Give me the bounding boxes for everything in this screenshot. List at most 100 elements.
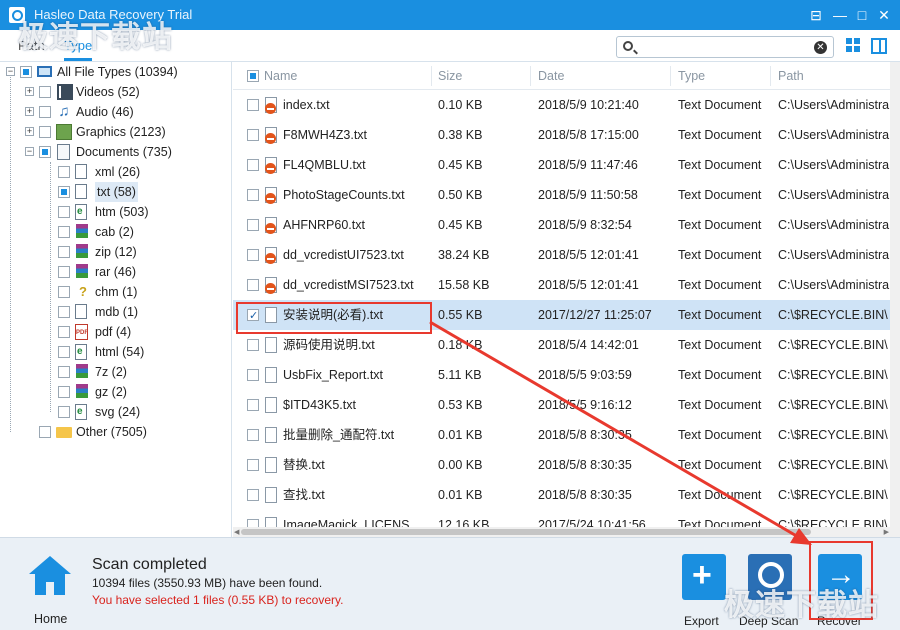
tree-item-videos[interactable]: + Videos (52)	[0, 82, 232, 102]
tree-item-all-file-types[interactable]: − All File Types (10394)	[0, 62, 232, 82]
tree-item-txt[interactable]: txt (58)	[0, 182, 232, 202]
tree-item-mdb[interactable]: mdb (1)	[0, 302, 232, 322]
collapse-icon[interactable]: −	[6, 67, 15, 76]
row-checkbox[interactable]	[247, 369, 259, 381]
table-row[interactable]: dd_vcredistUI7523.txt 38.24 KB 2018/5/5 12…	[233, 240, 890, 270]
expand-icon[interactable]: +	[25, 87, 34, 96]
tree-item-audio[interactable]: + ♫ Audio (46)	[0, 102, 232, 122]
search-input[interactable]	[639, 39, 807, 55]
row-checkbox[interactable]	[247, 399, 259, 411]
file-name: PhotoStageCounts.txt	[283, 188, 405, 202]
file-type: Text Document	[678, 428, 762, 442]
checkbox[interactable]	[58, 166, 70, 178]
file-date: 2017/12/27 11:25:07	[538, 308, 652, 322]
table-row[interactable]: F8MWH4Z3.txt 0.38 KB 2018/5/8 17:15:00 Text…	[233, 120, 890, 150]
minimize-button[interactable]: —	[830, 5, 850, 25]
tree-item-svg[interactable]: svg (24)	[0, 402, 232, 422]
checkbox[interactable]	[58, 326, 70, 338]
scrollbar-thumb[interactable]	[241, 529, 811, 535]
column-header-size[interactable]: Size	[438, 62, 462, 90]
tree-item-documents[interactable]: − Documents (735)	[0, 142, 232, 162]
checkbox[interactable]	[58, 206, 70, 218]
scroll-left-icon[interactable]: ◀	[234, 528, 239, 536]
expand-icon[interactable]: +	[25, 107, 34, 116]
preview-panel-icon[interactable]	[871, 38, 887, 54]
collapse-icon[interactable]: −	[25, 147, 34, 156]
tree-item-rar[interactable]: rar (46)	[0, 262, 232, 282]
table-row[interactable]: AHFNRP60.txt 0.45 KB 2018/5/9 8:32:54 Text …	[233, 210, 890, 240]
table-row[interactable]: 替换.txt 0.00 KB 2018/5/8 8:30:35 Text Docume…	[233, 450, 890, 480]
checkbox[interactable]	[58, 366, 70, 378]
row-checkbox[interactable]	[247, 339, 259, 351]
table-row[interactable]: 源码使用说明.txt 0.18 KB 2018/5/4 14:42:01 Text D…	[233, 330, 890, 360]
home-button[interactable]: Home	[26, 550, 76, 626]
tree-item-zip[interactable]: zip (12)	[0, 242, 232, 262]
checkbox[interactable]	[58, 346, 70, 358]
scroll-right-icon[interactable]: ▶	[884, 528, 889, 536]
column-header-name[interactable]: Name	[264, 62, 297, 90]
checkbox[interactable]	[58, 386, 70, 398]
checkbox[interactable]	[39, 426, 51, 438]
row-checkbox[interactable]	[247, 429, 259, 441]
row-checkbox[interactable]	[247, 99, 259, 111]
close-button[interactable]: ✕	[874, 5, 894, 25]
file-size: 0.01 KB	[438, 488, 483, 502]
file-type: Text Document	[678, 248, 762, 262]
checkbox[interactable]	[58, 306, 70, 318]
table-row[interactable]: 查找.txt 0.01 KB 2018/5/8 8:30:35 Text Docume…	[233, 480, 890, 510]
file-type-tree: − All File Types (10394) + Videos (52) +…	[0, 62, 232, 537]
row-checkbox[interactable]	[247, 279, 259, 291]
tree-item-other[interactable]: Other (7505)	[0, 422, 232, 442]
checkbox[interactable]	[58, 266, 70, 278]
maximize-button[interactable]: □	[852, 5, 872, 25]
restore-panel-icon[interactable]: ⊟	[806, 5, 826, 25]
tree-item-gz[interactable]: gz (2)	[0, 382, 232, 402]
checkbox[interactable]	[58, 406, 70, 418]
checkbox[interactable]	[20, 66, 32, 78]
checkbox[interactable]	[58, 226, 70, 238]
export-button[interactable]: Export	[679, 552, 729, 628]
checkbox[interactable]	[58, 286, 70, 298]
row-checkbox[interactable]	[247, 219, 259, 231]
column-header-type[interactable]: Type	[678, 62, 705, 90]
table-row[interactable]: 批量删除_通配符.txt 0.01 KB 2018/5/8 8:30:35 Text …	[233, 420, 890, 450]
checkbox[interactable]	[39, 126, 51, 138]
tree-item-xml[interactable]: xml (26)	[0, 162, 232, 182]
row-checkbox[interactable]	[247, 159, 259, 171]
column-header-date[interactable]: Date	[538, 62, 564, 90]
checkbox[interactable]	[39, 146, 51, 158]
vertical-scrollbar[interactable]	[890, 62, 900, 537]
checkbox[interactable]	[39, 106, 51, 118]
grid-view-icon[interactable]	[846, 38, 862, 54]
column-header-path[interactable]: Path	[778, 62, 804, 90]
expand-icon[interactable]: +	[25, 127, 34, 136]
tree-item-7z[interactable]: 7z (2)	[0, 362, 232, 382]
row-checkbox[interactable]	[247, 459, 259, 471]
tree-item-pdf[interactable]: PDF pdf (4)	[0, 322, 232, 342]
checkbox[interactable]	[58, 246, 70, 258]
tree-item-graphics[interactable]: + Graphics (2123)	[0, 122, 232, 142]
row-checkbox[interactable]	[247, 249, 259, 261]
table-row[interactable]: PhotoStageCounts.txt 0.50 KB 2018/5/9 11:5…	[233, 180, 890, 210]
clear-search-icon[interactable]: ✕	[814, 41, 827, 54]
table-row[interactable]: FL4QMBLU.txt 0.45 KB 2018/5/9 11:47:46 Text…	[233, 150, 890, 180]
checkbox[interactable]	[58, 186, 70, 198]
table-row[interactable]: dd_vcredistMSI7523.txt 15.58 KB 2018/5/5 1…	[233, 270, 890, 300]
tree-item-label: xml (26)	[95, 165, 141, 179]
row-checkbox[interactable]	[247, 129, 259, 141]
table-row[interactable]: $ITD43K5.txt 0.53 KB 2018/5/5 9:16:12 Text …	[233, 390, 890, 420]
tree-item-chm[interactable]: ? chm (1)	[0, 282, 232, 302]
table-row[interactable]: index.txt 0.10 KB 2018/5/9 10:21:40 Text Do…	[233, 90, 890, 120]
row-checkbox[interactable]	[247, 189, 259, 201]
select-all-checkbox[interactable]	[247, 70, 259, 82]
row-checkbox[interactable]	[247, 489, 259, 501]
document-icon	[57, 144, 70, 160]
checkbox[interactable]	[39, 86, 51, 98]
horizontal-scrollbar[interactable]: ◀ ▶	[233, 527, 890, 537]
tree-item-label: All File Types (10394)	[57, 65, 178, 79]
watermark-text: 极速下载站	[18, 21, 173, 54]
tree-item-html[interactable]: html (54)	[0, 342, 232, 362]
tree-item-cab[interactable]: cab (2)	[0, 222, 232, 242]
tree-item-htm[interactable]: htm (503)	[0, 202, 232, 222]
table-row[interactable]: UsbFix_Report.txt 5.11 KB 2018/5/5 9:03:59…	[233, 360, 890, 390]
